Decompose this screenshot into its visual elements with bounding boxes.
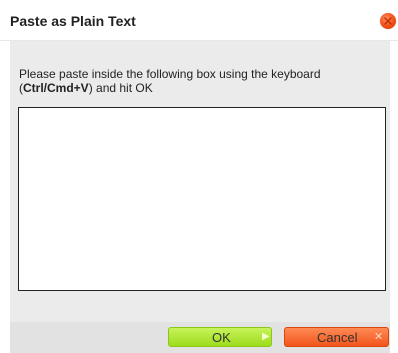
- shortcut-label: Ctrl/Cmd+V: [23, 81, 89, 95]
- dialog-footer: OK ▶ Cancel ✕: [10, 322, 390, 353]
- ok-button-label: OK: [212, 330, 231, 345]
- instructions-suffix: ) and hit OK: [88, 81, 153, 95]
- close-icon: [384, 17, 392, 25]
- close-button[interactable]: [380, 13, 396, 29]
- paste-plain-text-dialog: Paste as Plain Text Please paste inside …: [0, 0, 398, 353]
- instructions-text: Please paste inside the following box us…: [19, 67, 384, 95]
- cancel-button-label: Cancel: [317, 330, 358, 345]
- ok-button[interactable]: OK ▶: [168, 327, 272, 347]
- paste-textarea[interactable]: [18, 107, 386, 291]
- dialog-body: Please paste inside the following box us…: [10, 41, 390, 322]
- cancel-button[interactable]: Cancel ✕: [284, 327, 389, 347]
- dialog-title: Paste as Plain Text: [10, 13, 136, 29]
- x-icon: ✕: [374, 331, 384, 343]
- triangle-right-icon: ▶: [262, 331, 270, 342]
- dialog-titlebar: Paste as Plain Text: [0, 0, 398, 41]
